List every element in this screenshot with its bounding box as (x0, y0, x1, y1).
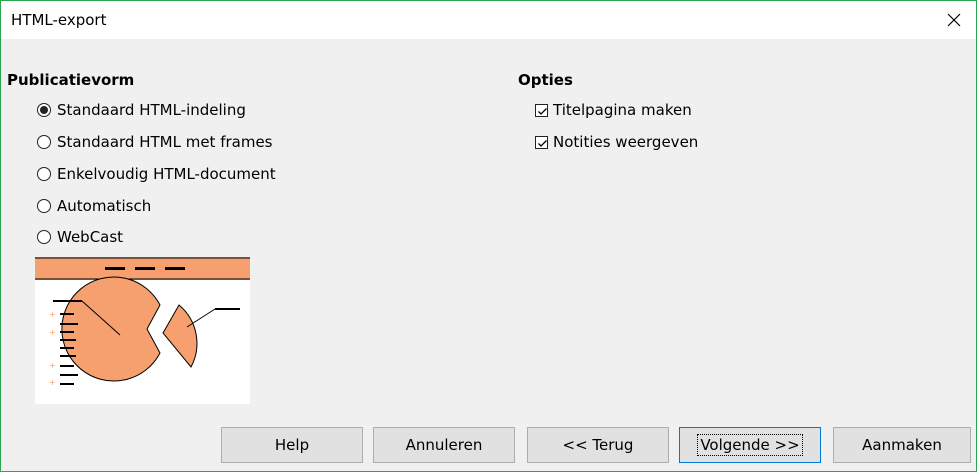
radio-label: Standaard HTML met frames (57, 133, 273, 151)
create-button-label: Aanmaken (862, 436, 942, 454)
radio-label: Automatisch (57, 197, 152, 215)
layout-preview-image: + + + + (35, 257, 250, 404)
radio-indicator (37, 167, 51, 181)
next-button-label: Volgende >> (697, 434, 803, 456)
radio-indicator (37, 135, 51, 149)
window-title: HTML-export (11, 11, 107, 29)
radio-automatic[interactable]: Automatisch (37, 196, 151, 216)
radio-label: Standaard HTML-indeling (57, 101, 246, 119)
checkbox-show-notes[interactable]: Notities weergeven (535, 132, 698, 152)
radio-webcast[interactable]: WebCast (37, 227, 123, 247)
checkmark-icon (538, 139, 547, 147)
svg-text:+: + (49, 361, 56, 370)
radio-html-frames[interactable]: Standaard HTML met frames (37, 132, 273, 152)
cancel-button-label: Annuleren (405, 436, 483, 454)
help-button[interactable]: Help (221, 427, 363, 463)
radio-label: Enkelvoudig HTML-document (57, 165, 276, 183)
next-button[interactable]: Volgende >> (679, 427, 821, 463)
radio-standard-html[interactable]: Standaard HTML-indeling (37, 100, 246, 120)
title-bar: HTML-export (1, 1, 976, 39)
radio-indicator (37, 230, 51, 244)
create-button[interactable]: Aanmaken (833, 427, 971, 463)
radio-indicator (37, 103, 51, 117)
radio-single-document[interactable]: Enkelvoudig HTML-document (37, 164, 276, 184)
options-heading: Opties (518, 71, 573, 89)
checkbox-label: Notities weergeven (553, 133, 699, 151)
back-button[interactable]: << Terug (527, 427, 669, 463)
radio-label: WebCast (57, 228, 124, 246)
svg-text:+: + (49, 310, 56, 319)
svg-text:+: + (49, 378, 56, 387)
html-export-dialog: HTML-export Publicatievorm Standaard HTM… (0, 0, 977, 472)
radio-indicator (37, 199, 51, 213)
checkbox-title-page[interactable]: Titelpagina maken (535, 100, 692, 120)
close-button[interactable] (932, 1, 976, 39)
back-button-label: << Terug (562, 436, 634, 454)
svg-text:+: + (49, 328, 56, 337)
cancel-button[interactable]: Annuleren (373, 427, 515, 463)
close-icon (947, 13, 961, 27)
checkbox-indicator (535, 135, 548, 149)
checkbox-label: Titelpagina maken (553, 101, 692, 119)
publication-heading: Publicatievorm (7, 71, 135, 89)
checkbox-indicator (535, 103, 548, 117)
checkmark-icon (538, 107, 547, 115)
help-button-label: Help (274, 436, 310, 454)
